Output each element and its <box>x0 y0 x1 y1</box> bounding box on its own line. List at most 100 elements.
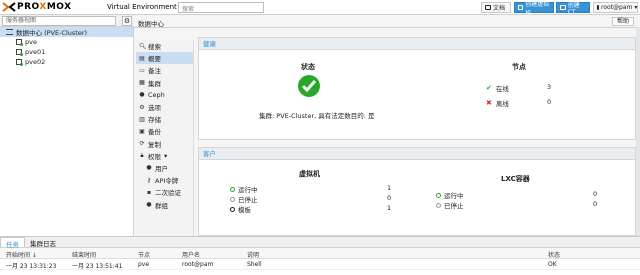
page-title: 数据中心 <box>138 20 164 28</box>
check-icon: ✔ <box>486 84 492 92</box>
user-icon <box>597 5 599 10</box>
note-icon: ▭ <box>139 66 145 74</box>
stop-circle-icon <box>436 202 441 208</box>
database-icon: ▥ <box>139 115 145 123</box>
guests-panel-title: 客户 <box>199 148 635 160</box>
create-ct-button[interactable]: 创建CT <box>556 2 590 16</box>
online-row: ✔ 在线 <box>486 83 509 93</box>
vm-stopped-label: 已停止 <box>238 196 258 204</box>
lxc-running-count: 0 <box>593 190 598 198</box>
vm-running-count: 1 <box>387 184 392 192</box>
nav-label: 复制 <box>148 140 161 149</box>
check-circle-icon <box>298 75 320 97</box>
nav-ceph[interactable]: ● Ceph <box>136 89 193 101</box>
chevron-down-icon: ▾ <box>164 151 168 160</box>
col-user[interactable]: 用户名 <box>182 250 200 259</box>
cell-start: 一月 23 13:31:23 <box>6 263 57 270</box>
nav-label: Ceph <box>148 90 165 99</box>
status-title: 状态 <box>301 63 315 71</box>
cell-end: 一月 23 13:51:41 <box>72 263 123 270</box>
nav-users[interactable]: ● 用户 <box>136 162 193 174</box>
content-title-bar: 数据中心 帮助 <box>134 15 640 28</box>
vm-template-row: 模板 <box>230 204 251 214</box>
nav-label: 二次验证 <box>155 189 181 198</box>
nav-label: 存储 <box>148 116 161 125</box>
tab-cluster-log[interactable]: 集群日志 <box>25 237 61 248</box>
offline-row: ✖ 离线 <box>486 98 509 108</box>
docs-button[interactable]: 文档 <box>481 2 511 13</box>
template-circle-icon <box>230 206 235 212</box>
user-icon: ● <box>146 164 152 172</box>
nav-two-factor[interactable]: ▪ 二次验证 <box>136 186 193 198</box>
nav-search[interactable]: 🔍︎ 搜索 <box>136 40 193 52</box>
users-icon: ● <box>146 201 152 209</box>
vm-template-label: 模板 <box>238 206 251 214</box>
datacenter-nav: 🔍︎ 搜索 ▤ 概要 ▭ 备注 ▦ 集群 ● Ceph ⚙ 选项 ▥ 存储 ▣ 备份 ⟳ 复制 🔒… <box>136 40 194 236</box>
user-label: root@pam <box>601 4 633 11</box>
nav-storage[interactable]: ▥ 存储 <box>136 113 193 125</box>
logo-text-x: X <box>39 2 47 12</box>
vm-stopped-row: 已停止 <box>230 194 258 204</box>
table-row[interactable]: 一月 23 13:31:23 一月 23 13:51:41 pve root@p… <box>0 259 640 270</box>
tree-item-datacenter[interactable]: 数据中心 (PVE-Cluster) <box>0 27 133 37</box>
nav-replication[interactable]: ⟳ 复制 <box>136 138 193 150</box>
logo-text-mox: MOX <box>46 2 72 12</box>
gear-icon[interactable]: ⚙ <box>122 16 132 26</box>
lxc-stopped-row: 已停止 <box>436 200 464 210</box>
server-icon <box>16 39 23 46</box>
cube-icon <box>560 5 566 10</box>
help-button[interactable]: 帮助 <box>612 17 634 26</box>
lxc-title: LXC容器 <box>501 175 530 183</box>
nav-label: 备注 <box>148 67 161 76</box>
top-header: PROXMOX Virtual Environment 8.1.3 搜索 文档 … <box>0 0 640 17</box>
health-panel-title: 健康 <box>199 38 635 50</box>
nav-summary[interactable]: ▤ 概要 <box>136 52 193 65</box>
nav-cluster[interactable]: ▦ 集群 <box>136 77 193 89</box>
nav-label: 集群 <box>148 79 161 88</box>
unlock-icon: 🔒︎ <box>140 151 144 159</box>
vm-stopped-count: 0 <box>387 194 392 202</box>
col-start-time[interactable]: 开始时间 ↓ <box>6 250 37 259</box>
retweet-icon: ⟳ <box>139 140 145 148</box>
col-node[interactable]: 节点 <box>138 250 150 259</box>
nav-backup[interactable]: ▣ 备份 <box>136 125 193 137</box>
tab-tasks[interactable]: 任务 <box>0 237 25 249</box>
nodes-title: 节点 <box>512 63 526 71</box>
server-icon <box>16 59 23 66</box>
user-menu-button[interactable]: root@pam ▾ <box>593 2 638 13</box>
offline-label: 离线 <box>495 100 509 108</box>
search-input[interactable]: 搜索 <box>178 2 264 13</box>
nav-label: API令牌 <box>155 177 179 186</box>
online-count: 3 <box>547 83 552 91</box>
cell-user: root@pam <box>182 261 214 268</box>
nav-notes[interactable]: ▭ 备注 <box>136 64 193 76</box>
col-end-time[interactable]: 结束时间 <box>72 250 96 259</box>
health-panel: 健康 状态 集群: PVE-Cluster, 具有法定数目的: 是 节点 ✔ 在线… <box>198 37 636 140</box>
lxc-running-row: 运行中 <box>436 190 464 200</box>
nav-groups[interactable]: ● 群组 <box>136 198 193 210</box>
col-status[interactable]: 状态 <box>548 250 560 259</box>
nav-permissions[interactable]: 🔒︎ 权限 ▾ <box>136 150 193 162</box>
offline-count: 0 <box>547 98 552 106</box>
view-select[interactable]: 服务器视图 <box>2 16 116 26</box>
create-vm-button[interactable]: 创建虚拟机 <box>514 1 554 17</box>
tree-item-node[interactable]: pve <box>0 37 133 47</box>
ceph-icon: ● <box>139 91 145 99</box>
cell-description: Shell <box>247 261 262 268</box>
proxmox-logo: PROXMOX <box>2 2 72 12</box>
nav-label: 群组 <box>155 201 168 210</box>
nav-label: 搜索 <box>148 43 161 52</box>
nav-api-tokens[interactable]: ⚷ API令牌 <box>136 174 193 186</box>
chevron-down-icon: ▾ <box>634 4 638 11</box>
col-description[interactable]: 说明 <box>247 250 259 259</box>
content-scrollbar[interactable] <box>636 27 640 236</box>
datacenter-icon <box>6 29 13 35</box>
book-icon <box>485 5 491 10</box>
resource-tree: 数据中心 (PVE-Cluster) pve pve01 pve02 <box>0 27 134 236</box>
nav-label: 选项 <box>148 104 161 113</box>
gear-icon: ⚙ <box>139 103 145 111</box>
nav-options[interactable]: ⚙ 选项 <box>136 101 193 113</box>
tree-item-node[interactable]: pve02 <box>0 57 133 67</box>
tree-item-node[interactable]: pve01 <box>0 47 133 57</box>
vm-template-count: 1 <box>387 204 392 212</box>
